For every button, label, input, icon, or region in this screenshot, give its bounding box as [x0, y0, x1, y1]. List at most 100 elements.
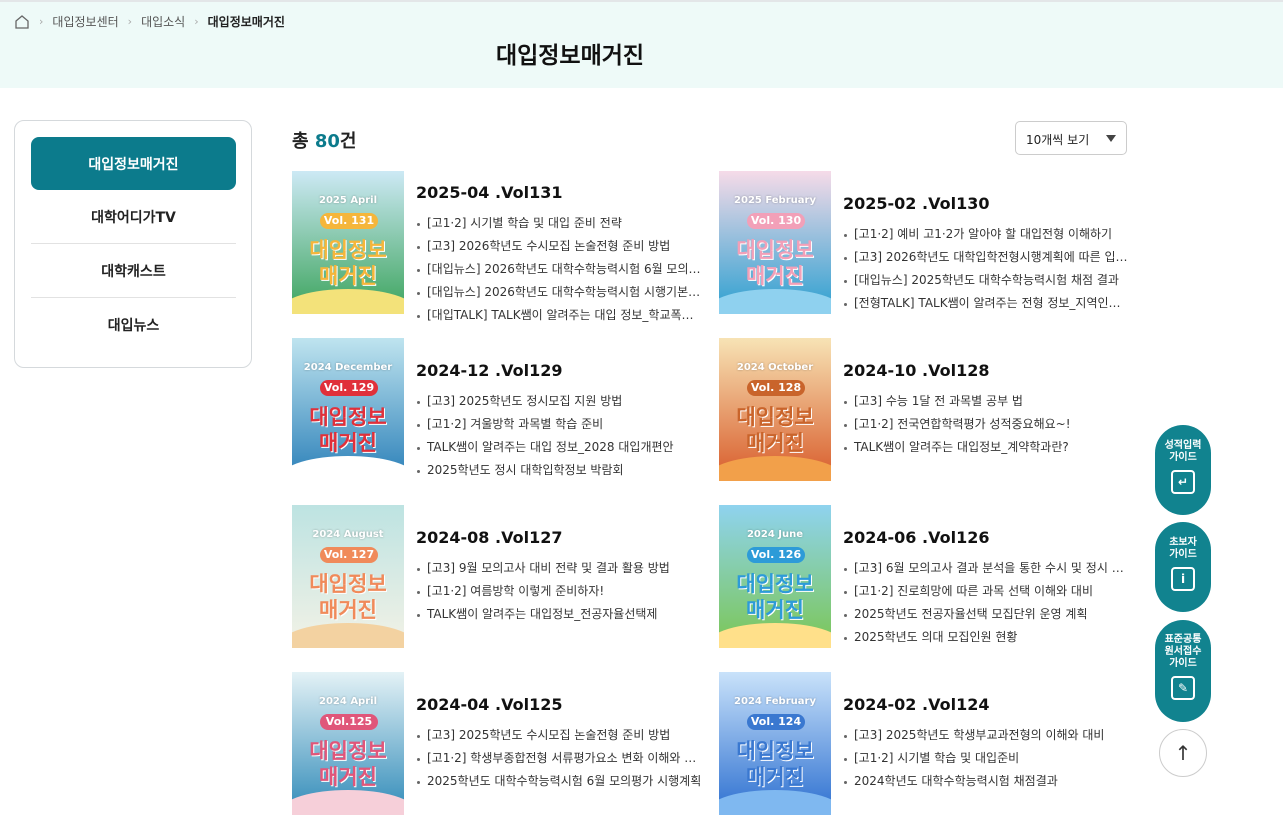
- article-link[interactable]: [대입뉴스] 2025학년도 대학수학능력시험 채점 결과: [843, 269, 1131, 292]
- magazine-card[interactable]: 2024 October Vol. 128 대입정보 매거진 2024-10 .…: [719, 338, 1134, 481]
- cover-month: 2025 April: [319, 195, 377, 206]
- card-title[interactable]: 2024-12 .Vol129: [416, 361, 562, 380]
- article-link[interactable]: [고3] 9월 모의고사 대비 전략 및 결과 활용 방법: [416, 557, 704, 580]
- cover-ground: [719, 456, 831, 481]
- magazine-card[interactable]: 2024 August Vol. 127 대입정보 매거진 2024-08 .V…: [292, 505, 707, 648]
- article-link[interactable]: [고3] 6월 모의고사 결과 분석을 통한 수시 및 정시 지원 전략: [843, 557, 1131, 580]
- article-link[interactable]: TALK쌤이 알려주는 대입 정보_2028 대입개편안: [416, 436, 704, 459]
- magazine-cover[interactable]: 2025 April Vol. 131 대입정보 매거진: [292, 171, 404, 314]
- magazine-cover[interactable]: 2025 February Vol. 130 대입정보 매거진: [719, 171, 831, 314]
- magazine-card[interactable]: 2024 December Vol. 129 대입정보 매거진 2024-12 …: [292, 338, 707, 481]
- article-link[interactable]: 2025학년도 의대 모집인원 현황: [843, 626, 1131, 649]
- card-article-list: [고3] 2025학년도 수시모집 논술전형 준비 방법 [고1·2] 학생부종합…: [416, 724, 704, 793]
- article-link[interactable]: [고3] 2025학년도 수시모집 논술전형 준비 방법: [416, 724, 704, 747]
- article-link[interactable]: 2025학년도 대학수학능력시험 6월 모의평가 시행계획: [416, 770, 704, 793]
- article-link[interactable]: 2024학년도 대학수학능력시험 채점결과: [843, 770, 1131, 793]
- sidebar-item-magazine[interactable]: 대입정보매거진: [31, 137, 236, 190]
- cover-vol: Vol. 128: [747, 380, 805, 396]
- cover-vol: Vol. 129: [320, 380, 378, 396]
- breadcrumb-item[interactable]: 대입소식: [141, 13, 185, 30]
- article-link[interactable]: [고3] 2026학년도 대학입학전형시행계획에 따른 입시 준비: [843, 246, 1131, 269]
- chevron-right-icon: ›: [194, 15, 199, 28]
- cover-name-2: 매거진: [319, 765, 377, 789]
- total-count: 총 80건: [292, 131, 357, 152]
- cover-ground: [292, 289, 404, 314]
- cover-vol: Vol. 131: [320, 213, 378, 229]
- magazine-card[interactable]: 2025 February Vol. 130 대입정보 매거진 2025-02 …: [719, 171, 1134, 314]
- article-link[interactable]: [고1·2] 학생부종합전형 서류평가요소 변화 이해와 대비: [416, 747, 704, 770]
- magazine-cover[interactable]: 2024 August Vol. 127 대입정보 매거진: [292, 505, 404, 648]
- cover-name-2: 매거진: [319, 264, 377, 288]
- article-link[interactable]: [고3] 2026학년도 수시모집 논술전형 준비 방법: [416, 235, 704, 258]
- card-article-list: [고3] 6월 모의고사 결과 분석을 통한 수시 및 정시 지원 전략 [고1·…: [843, 557, 1131, 649]
- article-link[interactable]: [고1·2] 예비 고1·2가 알아야 할 대입전형 이해하기: [843, 223, 1131, 246]
- common-application-guide-button[interactable]: 표준공통 원서접수 가이드 ✎: [1155, 620, 1211, 722]
- magazine-cover[interactable]: 2024 October Vol. 128 대입정보 매거진: [719, 338, 831, 481]
- cover-ground: [719, 790, 831, 815]
- cover-vol: Vol. 126: [747, 547, 805, 563]
- cover-name-2: 매거진: [746, 598, 804, 622]
- article-link[interactable]: [고1·2] 겨울방학 과목별 학습 준비: [416, 413, 704, 436]
- magazine-card[interactable]: 2024 April Vol.125 대입정보 매거진 2024-04 .Vol…: [292, 672, 707, 815]
- cover-name-2: 매거진: [319, 598, 377, 622]
- home-icon[interactable]: [14, 14, 30, 30]
- card-article-list: [고3] 2025학년도 정시모집 지원 방법 [고1·2] 겨울방학 과목별 학…: [416, 390, 704, 482]
- magazine-cover[interactable]: 2024 December Vol. 129 대입정보 매거진: [292, 338, 404, 481]
- sidebar-item-cast[interactable]: 대학캐스트: [31, 244, 236, 298]
- article-link[interactable]: [전형TALK] TALK쌤이 알려주는 전형 정보_지역인재전형: [843, 292, 1131, 315]
- beginner-guide-button[interactable]: 초보자 가이드 i: [1155, 522, 1211, 612]
- cover-vol: Vol.125: [320, 714, 378, 730]
- cover-month: 2024 October: [736, 362, 814, 373]
- magazine-card[interactable]: 2025 April Vol. 131 대입정보 매거진 2025-04 .Vo…: [292, 171, 707, 322]
- article-link[interactable]: 2025학년도 전공자율선택 모집단위 운영 계획: [843, 603, 1131, 626]
- article-link[interactable]: [고3] 2025학년도 정시모집 지원 방법: [416, 390, 704, 413]
- card-title[interactable]: 2025-04 .Vol131: [416, 183, 562, 202]
- magazine-card[interactable]: 2024 June Vol. 126 대입정보 매거진 2024-06 .Vol…: [719, 505, 1134, 648]
- cover-month: 2024 June: [746, 529, 804, 540]
- cover-name-2: 매거진: [319, 431, 377, 455]
- cover-ground: [292, 790, 404, 815]
- sidebar-item-tv[interactable]: 대학어디가TV: [31, 190, 236, 244]
- card-title[interactable]: 2024-06 .Vol126: [843, 528, 989, 547]
- scroll-top-button[interactable]: ↑: [1159, 729, 1207, 777]
- article-link[interactable]: [대입뉴스] 2026학년도 대학수학능력시험 시행기본계획: [416, 281, 704, 304]
- article-link[interactable]: [고1·2] 전국연합학력평가 성적중요해요~!: [843, 413, 1131, 436]
- page-size-select[interactable]: 10개씩 보기: [1015, 121, 1127, 155]
- card-title[interactable]: 2024-10 .Vol128: [843, 361, 989, 380]
- article-link[interactable]: [대입뉴스] 2026학년도 대학수학능력시험 6월 모의평가 시행계획: [416, 258, 704, 281]
- card-article-list: [고3] 수능 1달 전 과목별 공부 법 [고1·2] 전국연합학력평가 성적중…: [843, 390, 1131, 459]
- sidebar-item-news[interactable]: 대입뉴스: [31, 298, 236, 352]
- cover-vol: Vol. 130: [747, 213, 805, 229]
- card-title[interactable]: 2024-08 .Vol127: [416, 528, 562, 547]
- article-link[interactable]: 2025학년도 정시 대학입학정보 박람회: [416, 459, 704, 482]
- card-title[interactable]: 2024-04 .Vol125: [416, 695, 562, 714]
- total-number: 80: [314, 131, 340, 152]
- cover-ground: [719, 289, 831, 314]
- article-link[interactable]: [고1·2] 진로희망에 따른 과목 선택 이해와 대비: [843, 580, 1131, 603]
- article-link[interactable]: [고1·2] 시기별 학습 및 대입준비: [843, 747, 1131, 770]
- card-title[interactable]: 2025-02 .Vol130: [843, 194, 989, 213]
- cover-ground: [719, 623, 831, 648]
- enter-icon: ↵: [1171, 470, 1195, 494]
- magazine-cover[interactable]: 2024 June Vol. 126 대입정보 매거진: [719, 505, 831, 648]
- card-title[interactable]: 2024-02 .Vol124: [843, 695, 989, 714]
- magazine-cover[interactable]: 2024 April Vol.125 대입정보 매거진: [292, 672, 404, 815]
- article-link[interactable]: TALK쌤이 알려주는 대입정보_전공자율선택제: [416, 603, 704, 626]
- article-link[interactable]: [고3] 수능 1달 전 과목별 공부 법: [843, 390, 1131, 413]
- magazine-cover[interactable]: 2024 February Vol. 124 대입정보 매거진: [719, 672, 831, 815]
- cover-name-2: 매거진: [746, 765, 804, 789]
- article-link[interactable]: TALK쌤이 알려주는 대입정보_계약학과란?: [843, 436, 1131, 459]
- article-link[interactable]: [고1·2] 시기별 학습 및 대입 준비 전략: [416, 212, 704, 235]
- edit-icon: ✎: [1171, 676, 1195, 700]
- article-link[interactable]: [대입TALK] TALK쌤이 알려주는 대입 정보_학교폭력 조치사항: [416, 304, 704, 327]
- article-link[interactable]: [고3] 2025학년도 학생부교과전형의 이해와 대비: [843, 724, 1131, 747]
- score-input-guide-button[interactable]: 성적입력 가이드 ↵: [1155, 425, 1211, 515]
- magazine-card[interactable]: 2024 February Vol. 124 대입정보 매거진 2024-02 …: [719, 672, 1134, 815]
- cover-ground: [292, 456, 404, 481]
- breadcrumb-item[interactable]: 대입정보센터: [52, 13, 118, 30]
- card-article-list: [고1·2] 예비 고1·2가 알아야 할 대입전형 이해하기 [고3] 2026…: [843, 223, 1131, 315]
- cover-name-2: 매거진: [746, 431, 804, 455]
- article-link[interactable]: [고1·2] 여름방학 이렇게 준비하자!: [416, 580, 704, 603]
- cover-month: 2024 April: [319, 696, 377, 707]
- cover-ground: [292, 623, 404, 648]
